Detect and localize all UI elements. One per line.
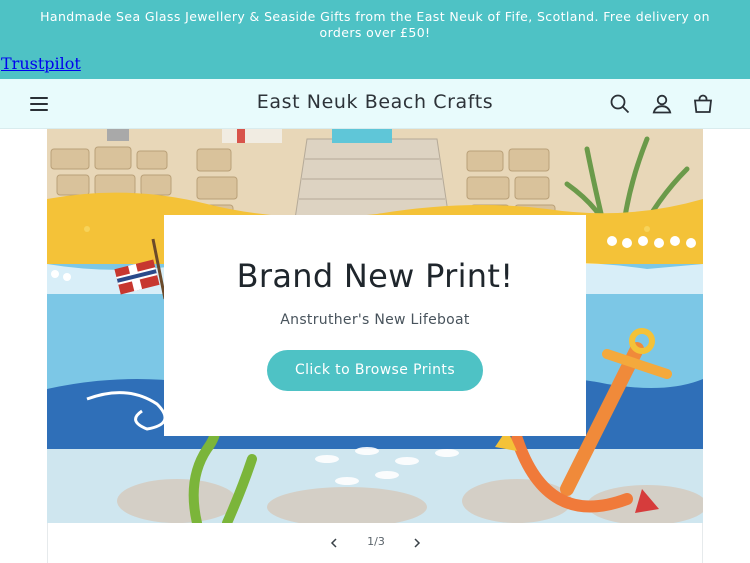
account-icon[interactable] — [650, 92, 674, 116]
slide-counter: 1/3 — [367, 535, 385, 548]
slider-controls: 1/3 — [47, 523, 703, 563]
hero-banner[interactable]: Brand New Print! Anstruther's New Lifebo… — [47, 129, 703, 523]
chevron-right-icon[interactable] — [409, 535, 425, 551]
announcement-line-1: Handmade Sea Glass Jewellery & Seaside G… — [40, 9, 710, 24]
hero-subtitle: Anstruther's New Lifeboat — [280, 312, 470, 328]
hero-title: Brand New Print! — [236, 257, 514, 295]
site-header: East Neuk Beach Crafts — [0, 79, 750, 129]
announcement-bar: Handmade Sea Glass Jewellery & Seaside G… — [0, 0, 750, 50]
trustpilot-link[interactable]: Trustpilot — [1, 54, 81, 73]
brand-title-wrap: East Neuk Beach Crafts — [0, 91, 750, 113]
trustpilot-bar: Trustpilot — [0, 50, 750, 79]
browse-prints-button[interactable]: Click to Browse Prints — [267, 350, 483, 391]
search-icon[interactable] — [608, 92, 632, 116]
menu-icon[interactable] — [28, 93, 50, 115]
announcement-line-2: orders over £50! — [319, 25, 431, 40]
brand-title[interactable]: East Neuk Beach Crafts — [257, 91, 494, 113]
chevron-left-icon[interactable] — [326, 535, 342, 551]
cart-icon[interactable] — [691, 92, 715, 116]
promo-card: Brand New Print! Anstruther's New Lifebo… — [164, 215, 586, 436]
